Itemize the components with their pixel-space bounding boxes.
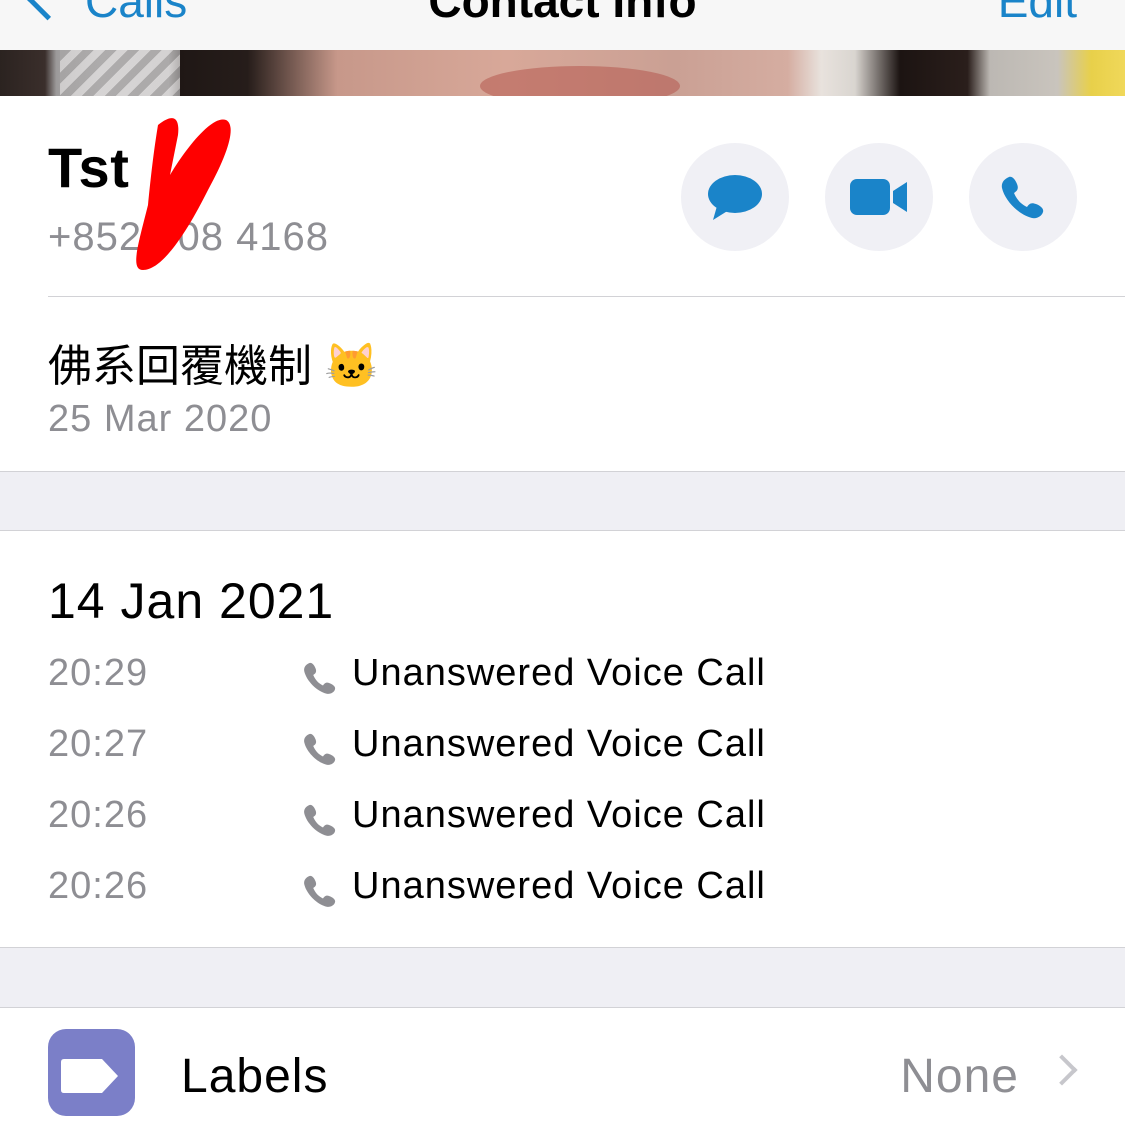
phone-icon bbox=[304, 662, 336, 694]
call-description: Unanswered Voice Call bbox=[352, 652, 766, 694]
video-camera-icon bbox=[850, 179, 907, 215]
video-call-button[interactable] bbox=[825, 143, 933, 251]
call-history-row: 20:27 Unanswered Voice Call bbox=[48, 723, 1078, 783]
labels-value: None bbox=[900, 1050, 1019, 1103]
page-title: Contact Info bbox=[428, 0, 697, 27]
call-time: 20:26 bbox=[48, 865, 149, 907]
call-history-date: 14 Jan 2021 bbox=[48, 573, 335, 629]
profile-photo[interactable] bbox=[0, 50, 1125, 96]
call-description: Unanswered Voice Call bbox=[352, 794, 766, 836]
section-gap bbox=[0, 947, 1125, 1008]
call-time: 20:27 bbox=[48, 723, 149, 765]
about-date: 25 Mar 2020 bbox=[48, 398, 273, 440]
call-history-row: 20:26 Unanswered Voice Call bbox=[48, 794, 1078, 854]
label-tag-icon bbox=[48, 1029, 135, 1116]
section-gap bbox=[0, 471, 1125, 531]
phone-icon bbox=[1001, 176, 1044, 219]
message-button[interactable] bbox=[681, 143, 789, 251]
phone-icon bbox=[304, 875, 336, 907]
phone-icon bbox=[304, 733, 336, 765]
chat-bubble-icon bbox=[708, 175, 762, 220]
call-description: Unanswered Voice Call bbox=[352, 723, 766, 765]
call-time: 20:26 bbox=[48, 794, 149, 836]
call-history-row: 20:26 Unanswered Voice Call bbox=[48, 865, 1078, 925]
phone-icon bbox=[304, 804, 336, 836]
labels-label: Labels bbox=[181, 1050, 329, 1103]
call-description: Unanswered Voice Call bbox=[352, 865, 766, 907]
contact-phone[interactable]: +852 408 4168 bbox=[48, 215, 329, 260]
labels-row[interactable]: Labels None bbox=[0, 1007, 1125, 1116]
call-time: 20:29 bbox=[48, 652, 149, 694]
navigation-bar: Calls Contact Info Edit bbox=[0, 0, 1125, 51]
voice-call-button[interactable] bbox=[969, 143, 1077, 251]
about-text: 佛系回覆機制 🐱 bbox=[48, 342, 380, 391]
divider bbox=[48, 296, 1125, 297]
call-history-row: 20:29 Unanswered Voice Call bbox=[48, 652, 1078, 712]
contact-name: Tst bbox=[48, 136, 130, 199]
chevron-right-icon bbox=[1046, 1054, 1078, 1086]
edit-button[interactable]: Edit bbox=[998, 0, 1077, 28]
